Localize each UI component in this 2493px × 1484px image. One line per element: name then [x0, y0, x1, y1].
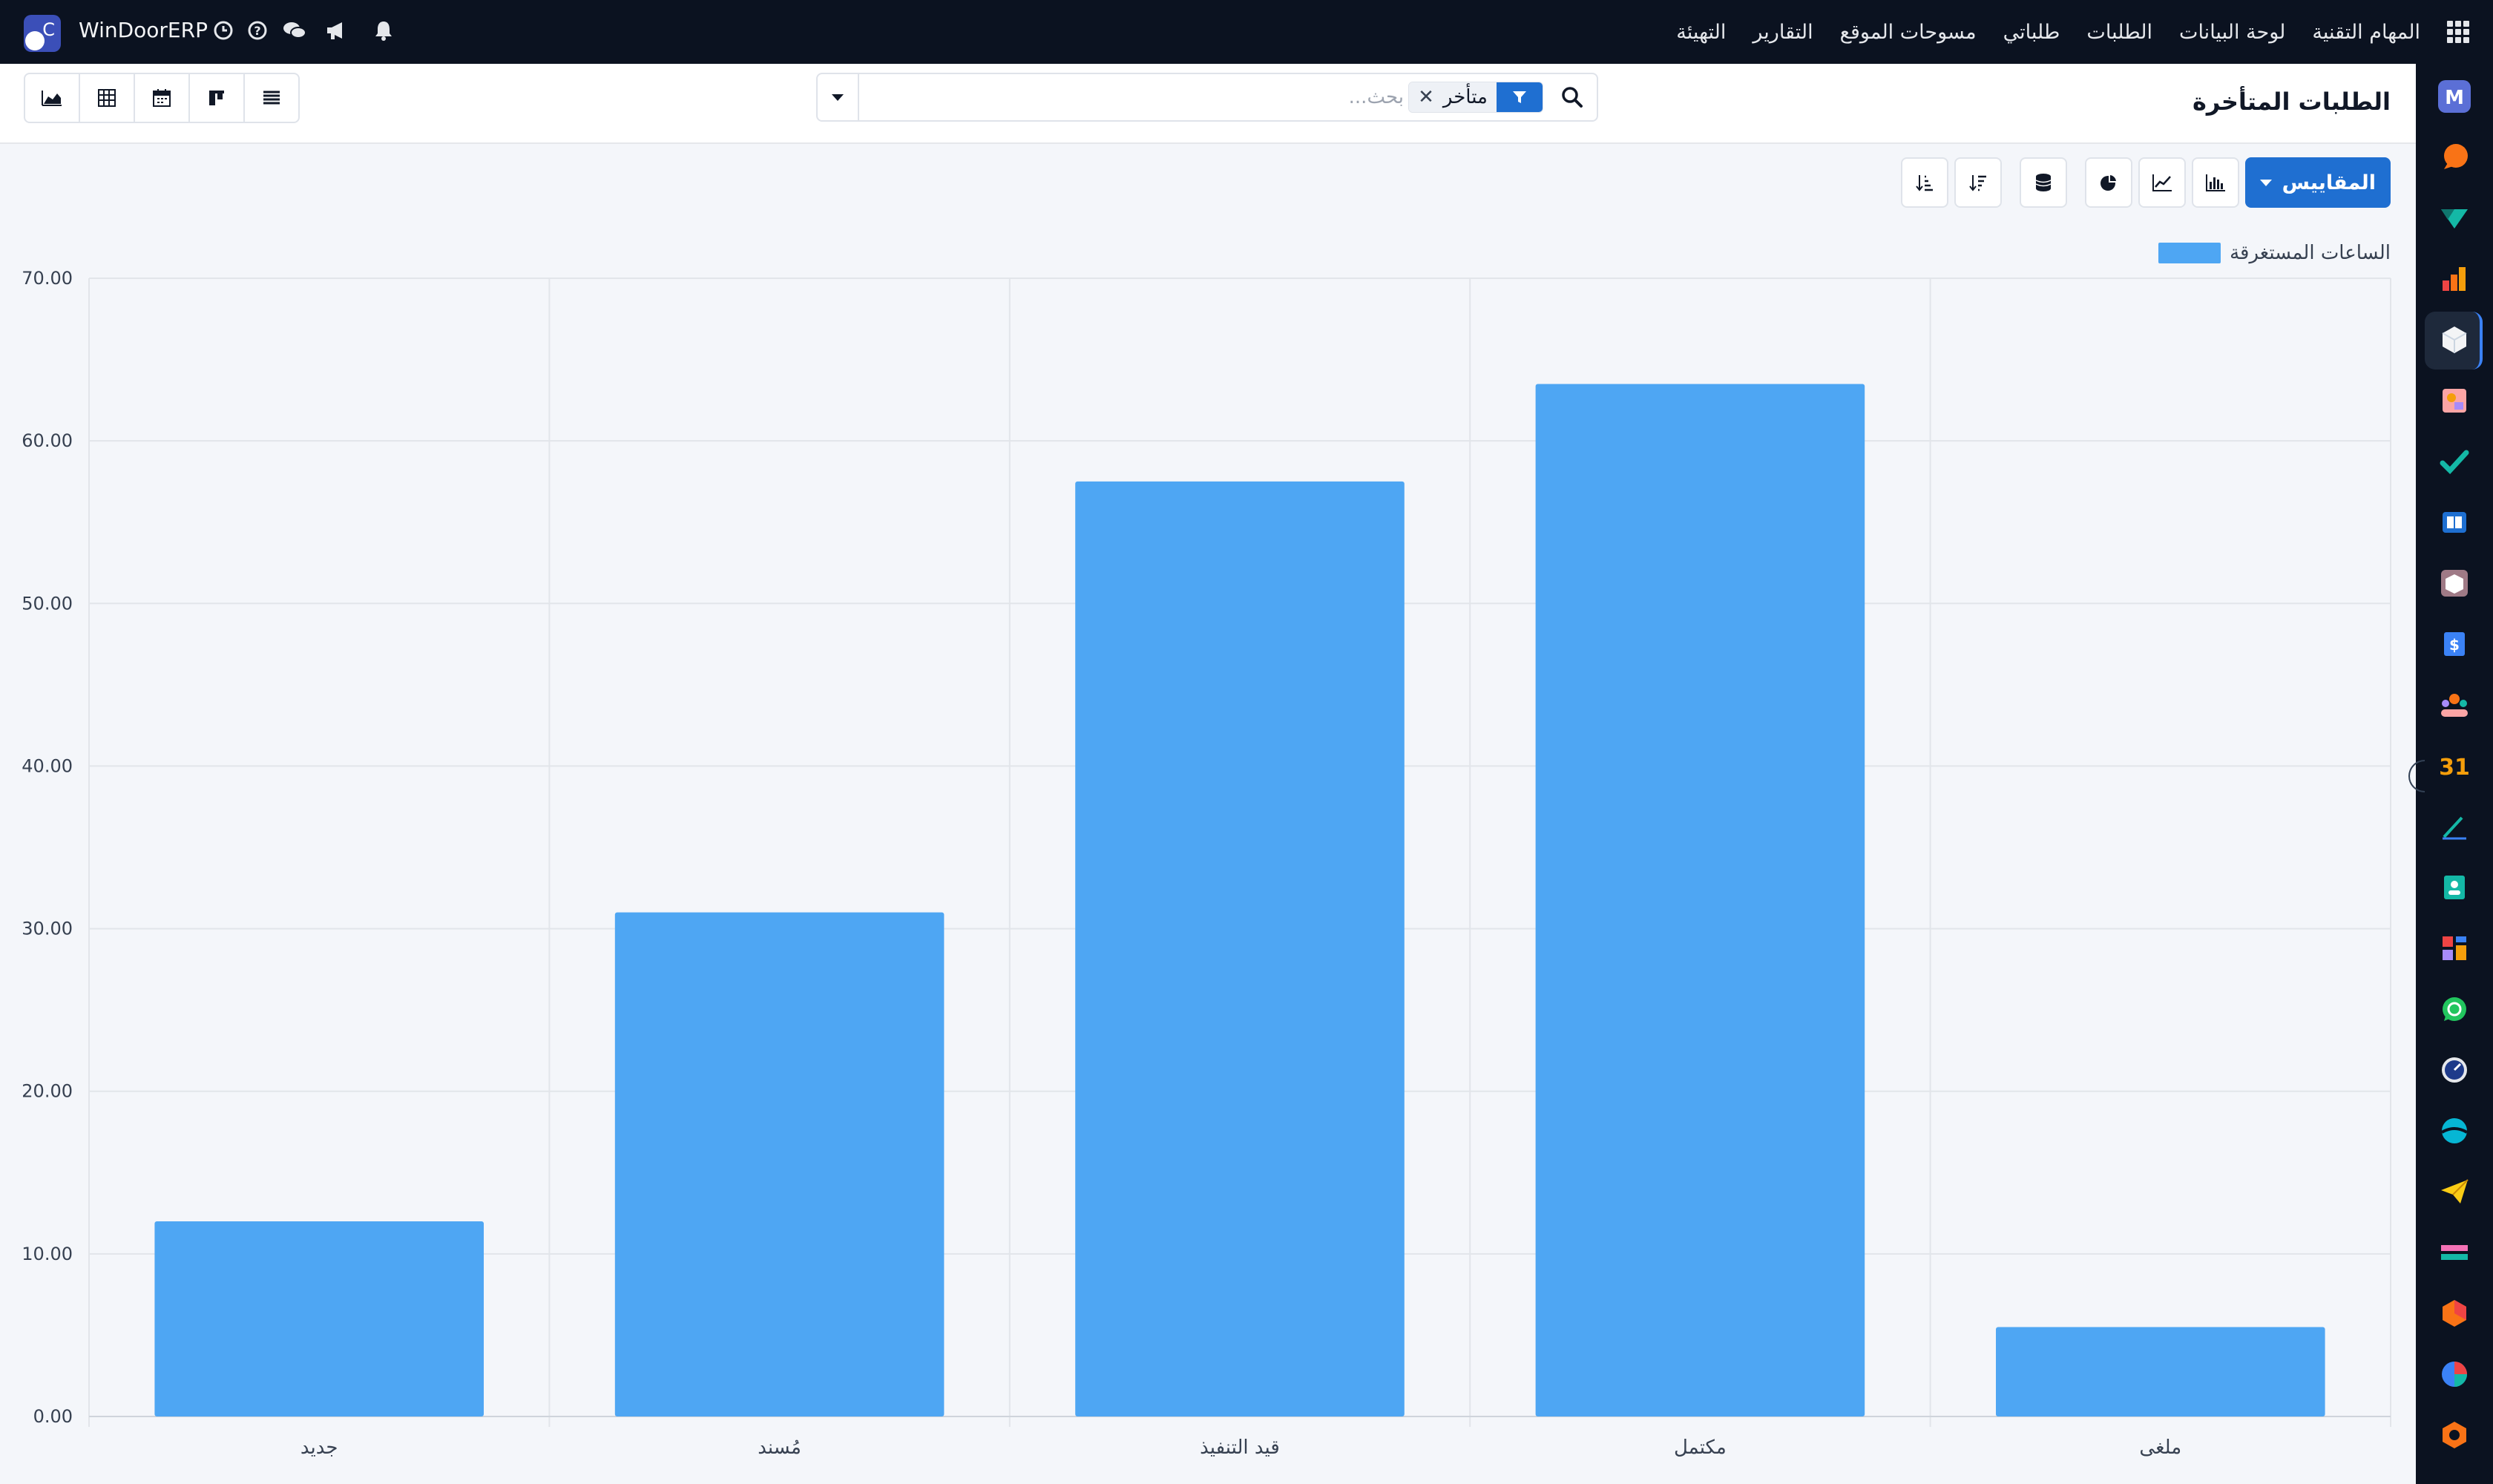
x-tick-label: قيد التنفيذ — [1200, 1437, 1280, 1459]
y-tick-label: 10.00 — [22, 1244, 73, 1264]
manufacturing-icon[interactable] — [2438, 1297, 2471, 1330]
invoicing-icon[interactable]: $ — [2438, 628, 2471, 660]
website-icon[interactable] — [2438, 1114, 2471, 1147]
x-tick-label: ملغى — [2139, 1437, 2181, 1459]
y-tick-label: 70.00 — [22, 268, 73, 289]
x-tick-label: جديد — [300, 1437, 338, 1459]
y-tick-label: 0.00 — [33, 1406, 73, 1427]
bar[interactable] — [154, 1221, 484, 1416]
settings-hex-icon[interactable] — [2438, 1419, 2471, 1451]
svg-text:M: M — [2445, 87, 2464, 109]
calendar-icon[interactable]: 31 — [2438, 749, 2471, 782]
timer-app-icon[interactable] — [2438, 1054, 2471, 1086]
app-dock: M $ 31 — [2408, 64, 2493, 1484]
bar[interactable] — [614, 912, 945, 1416]
bar[interactable] — [1075, 481, 1405, 1416]
employees-icon[interactable] — [2438, 689, 2471, 721]
email-marketing-icon[interactable] — [2438, 1175, 2471, 1208]
bar[interactable] — [1535, 384, 1865, 1416]
bar-chart: 0.00 10.00 20.00 30.00 40.00 50.00 60.00 70.00 ج… — [22, 268, 2391, 1459]
reporting-app-icon[interactable] — [2438, 263, 2471, 295]
projects-app-icon[interactable] — [2438, 202, 2471, 234]
stock-box-icon[interactable] — [2438, 567, 2471, 600]
surveys-pie-icon[interactable] — [2438, 1358, 2471, 1391]
sign-pen-icon[interactable] — [2438, 810, 2471, 843]
accounting-icon[interactable] — [2438, 1236, 2471, 1269]
contacts-book-icon[interactable] — [2438, 871, 2471, 904]
svg-text:$: $ — [2449, 636, 2460, 654]
svg-text:31: 31 — [2439, 755, 2470, 781]
y-tick-label: 30.00 — [22, 919, 73, 939]
mail-app-icon[interactable]: M — [2438, 80, 2471, 113]
y-tick-label: 20.00 — [22, 1081, 73, 1102]
x-tick-label: مكتمل — [1674, 1437, 1727, 1459]
bar[interactable] — [1996, 1327, 2325, 1416]
y-tick-label: 60.00 — [22, 430, 73, 451]
whatsapp-icon[interactable] — [2438, 993, 2471, 1025]
inventory-app-icon[interactable] — [2438, 324, 2471, 356]
knowledge-book-icon[interactable] — [2438, 506, 2471, 539]
discuss-app-icon[interactable] — [2438, 141, 2471, 174]
y-tick-label: 50.00 — [22, 593, 73, 614]
contacts-card-icon[interactable] — [2438, 384, 2471, 417]
apps-grid-icon[interactable] — [2447, 21, 2469, 43]
x-tick-label: مُسند — [758, 1437, 801, 1459]
y-tick-label: 40.00 — [22, 755, 73, 776]
dashboards-icon[interactable] — [2438, 932, 2471, 965]
todo-check-icon[interactable] — [2438, 445, 2471, 478]
